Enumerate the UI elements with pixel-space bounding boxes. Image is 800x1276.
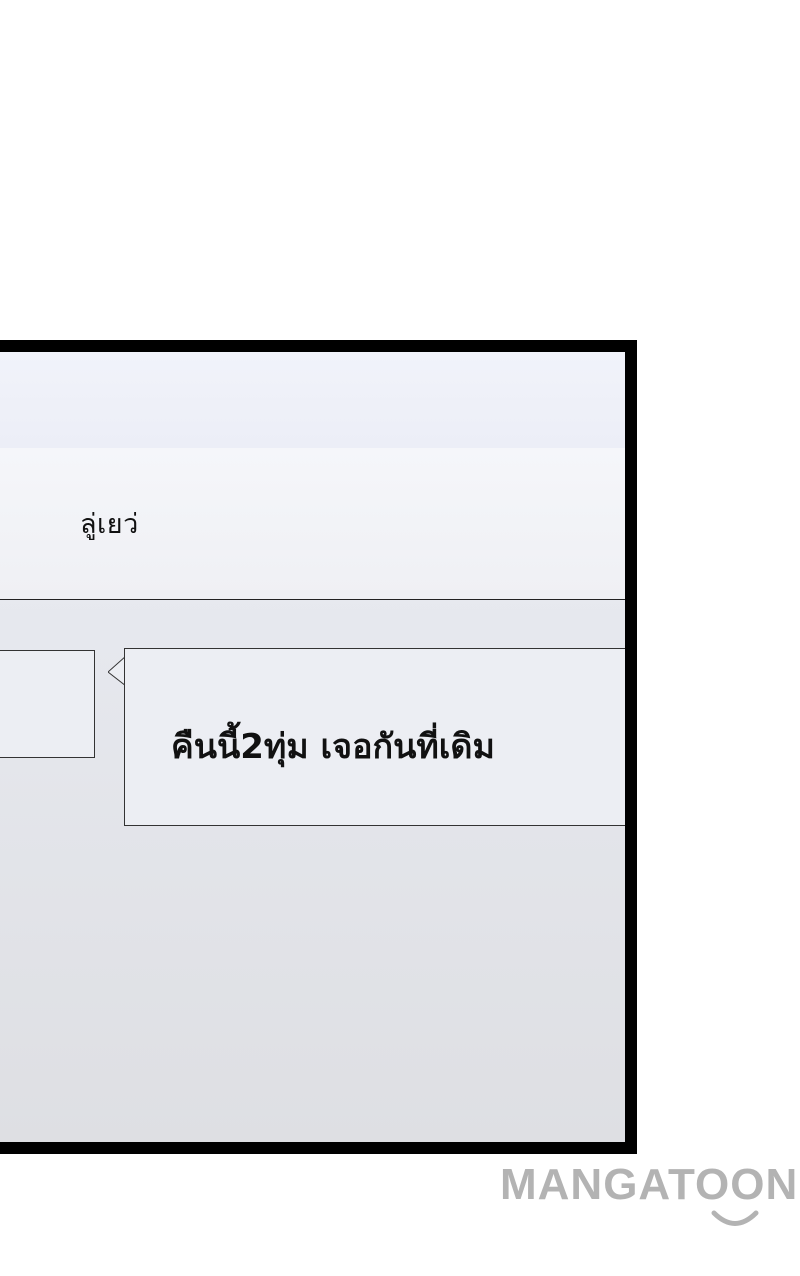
watermark-text: MANGATOON — [500, 1160, 799, 1209]
mangatoon-watermark: MANGATOON — [500, 1160, 800, 1230]
smile-icon — [711, 1210, 759, 1226]
message-text: คืนนี้2ทุ่ม เจอกันที่เดิม — [171, 727, 495, 767]
outgoing-message-bubble: คืนนี้2ทุ่ม เจอกันที่เดิม — [124, 648, 625, 826]
panel-top-strip — [0, 352, 625, 449]
chat-header: ลู่เยว่ — [0, 448, 625, 600]
contact-name: ลู่เยว่ — [80, 509, 139, 540]
incoming-message-bubble — [0, 650, 95, 758]
comic-panel: ลู่เยว่ คืนนี้2ทุ่ม เจอกันที่เดิม — [0, 340, 637, 1154]
comic-page: ลู่เยว่ คืนนี้2ทุ่ม เจอกันที่เดิม MANGAT… — [0, 0, 800, 1276]
